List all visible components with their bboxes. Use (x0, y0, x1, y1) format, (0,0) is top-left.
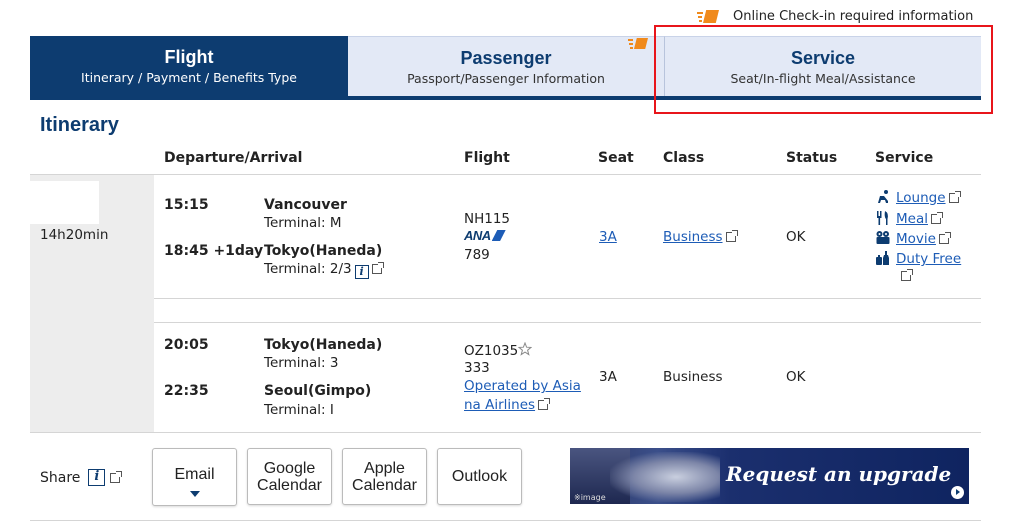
google-calendar-label-2: Calendar (257, 476, 322, 494)
apple-calendar-label-2: Calendar (352, 476, 417, 494)
segment1-departure-terminal: Terminal: M (264, 215, 342, 231)
divider (154, 322, 981, 323)
blank-cell (30, 181, 99, 224)
external-link-icon[interactable] (110, 470, 123, 483)
chevron-down-icon (189, 491, 200, 497)
segment2-arrival-terminal: Terminal: I (264, 402, 334, 418)
ana-logo: ANA (464, 228, 506, 244)
request-upgrade-banner[interactable]: Request an upgrade ※image (570, 448, 969, 504)
share-label: Share (40, 469, 81, 486)
segment2-departure-terminal: Terminal: 3 (264, 355, 339, 371)
external-link-icon[interactable] (371, 262, 384, 274)
highlight-box (654, 25, 993, 114)
banner-seat-image (610, 452, 720, 502)
info-icon[interactable]: i (88, 469, 106, 486)
segment1-seat-link[interactable]: 3A (599, 229, 617, 245)
segment1-class-link[interactable]: Business (663, 229, 723, 245)
segment2-flight-number: OZ1035 (464, 343, 519, 359)
external-link-icon[interactable] (948, 191, 961, 203)
segment1-arrival-city: Tokyo(Haneda) (264, 243, 383, 259)
divider (30, 174, 981, 175)
divider (252, 298, 981, 299)
segment2-departure-city: Tokyo(Haneda) (264, 337, 383, 353)
tab-passenger-subtitle: Passport/Passenger Information (407, 71, 605, 86)
segment2-operated-by-link-line2[interactable]: na Airlines (464, 397, 535, 413)
apple-calendar-label-1: Apple (364, 459, 405, 477)
online-checkin-note: Online Check-in required information (697, 9, 973, 24)
segment2-class: Business (663, 369, 723, 385)
arrow-right-icon (951, 486, 964, 499)
checkin-note-text: Online Check-in required information (733, 9, 974, 24)
external-link-icon[interactable] (938, 232, 951, 244)
ticket-icon (628, 38, 654, 50)
segment1-arrival-time: 18:45 +1day (164, 243, 264, 259)
ticket-icon (697, 10, 725, 23)
request-upgrade-label: Request an upgrade (726, 462, 952, 486)
segment1-aircraft: 789 (464, 247, 490, 263)
apple-calendar-button[interactable]: Apple Calendar (342, 448, 427, 505)
section-title: Itinerary (40, 114, 119, 136)
tab-passenger[interactable]: Passenger Passport/Passenger Information (348, 36, 664, 96)
segment2-departure-time: 20:05 (164, 337, 209, 353)
column-header-class: Class (663, 150, 705, 166)
segment2-aircraft: 333 (464, 360, 490, 376)
divider (154, 298, 252, 299)
external-link-icon[interactable] (901, 269, 913, 281)
email-button[interactable]: Email (152, 448, 237, 506)
external-link-icon[interactable] (725, 230, 738, 242)
service-duty-free[interactable]: Duty Free (875, 250, 961, 267)
google-calendar-button[interactable]: Google Calendar (247, 448, 332, 505)
email-button-label: Email (174, 465, 215, 483)
segment1-flight-number: NH115 (464, 211, 511, 227)
ana-logo-text: ANA (464, 228, 491, 243)
divider (30, 432, 981, 433)
lounge-icon (878, 190, 888, 203)
segment2-seat: 3A (599, 369, 617, 385)
service-lounge[interactable]: Lounge (875, 189, 961, 206)
external-link-icon[interactable] (538, 398, 551, 410)
tab-flight-title: Flight (164, 47, 214, 67)
service-movie-link[interactable]: Movie (896, 231, 936, 247)
segment1-class-row: Business (663, 229, 738, 245)
column-header-service: Service (875, 150, 934, 166)
service-movie[interactable]: Movie (875, 230, 951, 247)
image-tag: ※image (574, 493, 606, 502)
segment1-status: OK (786, 229, 806, 245)
service-duty-free-ext (897, 268, 913, 284)
column-header-status: Status (786, 150, 838, 166)
star-alliance-icon (517, 341, 533, 356)
service-meal-link[interactable]: Meal (896, 211, 928, 227)
tab-passenger-title: Passenger (460, 48, 552, 68)
segment1-arrival-terminal: Terminal: 2/3 (264, 261, 352, 277)
column-header-departure-arrival: Departure/Arrival (164, 150, 303, 166)
share-row: Share i (40, 469, 123, 486)
segment1-departure-city: Vancouver (264, 197, 347, 213)
segment2-arrival-city: Seoul(Gimpo) (264, 383, 372, 399)
tab-flight-subtitle: Itinerary / Payment / Benefits Type (81, 70, 297, 85)
column-header-flight: Flight (464, 150, 510, 166)
tab-flight[interactable]: Flight Itinerary / Payment / Benefits Ty… (30, 36, 348, 100)
movie-icon (876, 231, 890, 244)
segment2-operated-by-link-line1[interactable]: Operated by Asia (464, 378, 581, 394)
column-header-seat: Seat (598, 150, 634, 166)
segment2-status: OK (786, 369, 806, 385)
divider (30, 520, 981, 521)
info-icon[interactable]: i (354, 265, 369, 279)
outlook-button-label: Outlook (451, 468, 508, 485)
ana-stripe-icon (491, 230, 506, 241)
duty-free-icon (876, 251, 889, 265)
segment2-operated-by-row: na Airlines (464, 397, 551, 413)
service-meal[interactable]: Meal (875, 210, 943, 227)
segment2-flight-row: OZ1035 (464, 341, 533, 359)
total-duration: 14h20min (40, 227, 109, 243)
segment1-departure-time: 15:15 (164, 197, 209, 213)
google-calendar-label-1: Google (263, 459, 316, 477)
segment2-arrival-time: 22:35 (164, 383, 209, 399)
external-link-icon[interactable] (930, 212, 943, 224)
service-duty-free-link[interactable]: Duty Free (896, 251, 961, 267)
outlook-button[interactable]: Outlook (437, 448, 522, 505)
meal-icon (877, 211, 888, 225)
segment1-arrival-terminal-row: Terminal: 2/3 i (264, 261, 384, 279)
service-lounge-link[interactable]: Lounge (896, 190, 946, 206)
